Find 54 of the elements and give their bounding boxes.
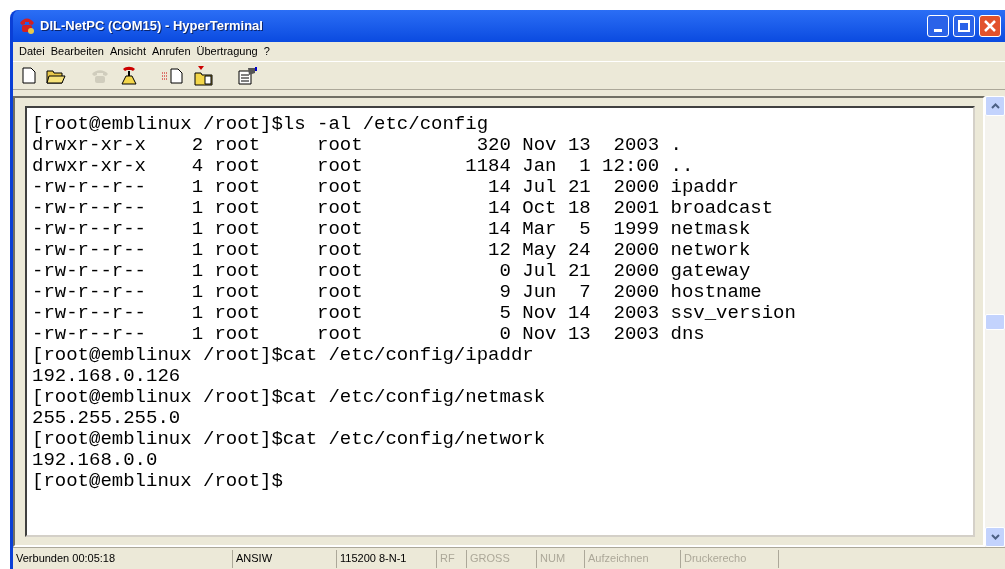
scroll-down-button[interactable]	[985, 527, 1005, 547]
menu-item[interactable]: Anrufen	[149, 43, 194, 60]
close-button[interactable]	[979, 15, 1001, 37]
terminal-line: 192.168.0.0	[32, 450, 158, 471]
terminal-line: -rw-r--r-- 1 root root 14 Oct 18 2001 broadcast	[32, 198, 774, 219]
maximize-button[interactable]	[953, 15, 975, 37]
status-field: ANSIW	[233, 549, 337, 568]
terminal-line: [root@emblinux /root]$cat /etc/config/network	[32, 429, 546, 450]
toolbar-button[interactable]	[193, 63, 215, 88]
terminal-line: [root@emblinux /root]$ls -al /etc/config	[32, 114, 489, 135]
status-field: NUM	[537, 549, 585, 568]
minimize-button[interactable]	[927, 15, 949, 37]
menu-item[interactable]: Datei	[16, 43, 48, 60]
caret-up-icon	[990, 103, 1000, 109]
menu-item[interactable]: Übertragung	[193, 43, 261, 60]
close-icon	[984, 20, 996, 32]
minimize-icon	[934, 29, 942, 32]
status-field: GROSS	[467, 549, 537, 568]
scroll-thumb[interactable]	[985, 313, 1005, 330]
terminal-line: drwxr-xr-x 4 root root 1184 Jan 1 12:00 ..	[32, 156, 694, 177]
window-title: DIL-NetPC (COM15) - HyperTerminal	[40, 17, 264, 36]
properties-icon	[238, 66, 258, 85]
terminal-line: 255.255.255.0	[32, 408, 181, 429]
menu-item[interactable]: ?	[260, 43, 273, 60]
new-document-icon	[22, 67, 36, 84]
terminal-line: [root@emblinux /root]$cat /etc/config/ipaddr	[32, 345, 534, 366]
send-document-icon	[162, 67, 184, 84]
status-field: Verbunden 00:05:18	[13, 549, 233, 568]
scrollbar[interactable]	[985, 96, 1005, 547]
receive-folder-icon	[194, 65, 214, 86]
status-field: Aufzeichnen	[585, 549, 681, 568]
terminal-line: drwxr-xr-x 2 root root 320 Nov 13 2003 .	[32, 135, 682, 156]
terminal-line: [root@emblinux /root]$cat /etc/config/netmask	[32, 387, 546, 408]
status-field: RF	[437, 549, 467, 568]
phone-app-icon	[18, 17, 36, 35]
terminal-line: [root@emblinux /root]$	[32, 471, 283, 492]
status-field: Druckerecho	[681, 549, 779, 568]
scroll-up-button[interactable]	[985, 96, 1005, 116]
terminal-line: -rw-r--r-- 1 root root 14 Jul 21 2000 ipaddr	[32, 177, 739, 198]
terminal-line: -rw-r--r-- 1 root root 9 Jun 7 2000 hostname	[32, 282, 762, 303]
caret-down-icon	[990, 534, 1000, 540]
terminal-line: -rw-r--r-- 1 root root 5 Nov 14 2003 ssv_version	[32, 303, 796, 324]
terminal-line: -rw-r--r-- 1 root root 12 May 24 2000 network	[32, 240, 751, 261]
terminal-line: -rw-r--r-- 1 root root 0 Nov 13 2003 dns	[32, 324, 705, 345]
phone-icon	[90, 67, 110, 84]
menu-item[interactable]: Bearbeiten	[47, 43, 107, 60]
folder-icon	[46, 67, 66, 84]
menu-item[interactable]: Ansicht	[106, 43, 149, 60]
status-field: 115200 8-N-1	[337, 549, 437, 568]
terminal-line: -rw-r--r-- 1 root root 14 Mar 5 1999 netmask	[32, 219, 751, 240]
maximize-icon	[958, 20, 970, 32]
phone-icon	[120, 65, 138, 86]
terminal-line: 192.168.0.126	[32, 366, 181, 387]
terminal-line: -rw-r--r-- 1 root root 0 Jul 21 2000 gateway	[32, 261, 751, 282]
